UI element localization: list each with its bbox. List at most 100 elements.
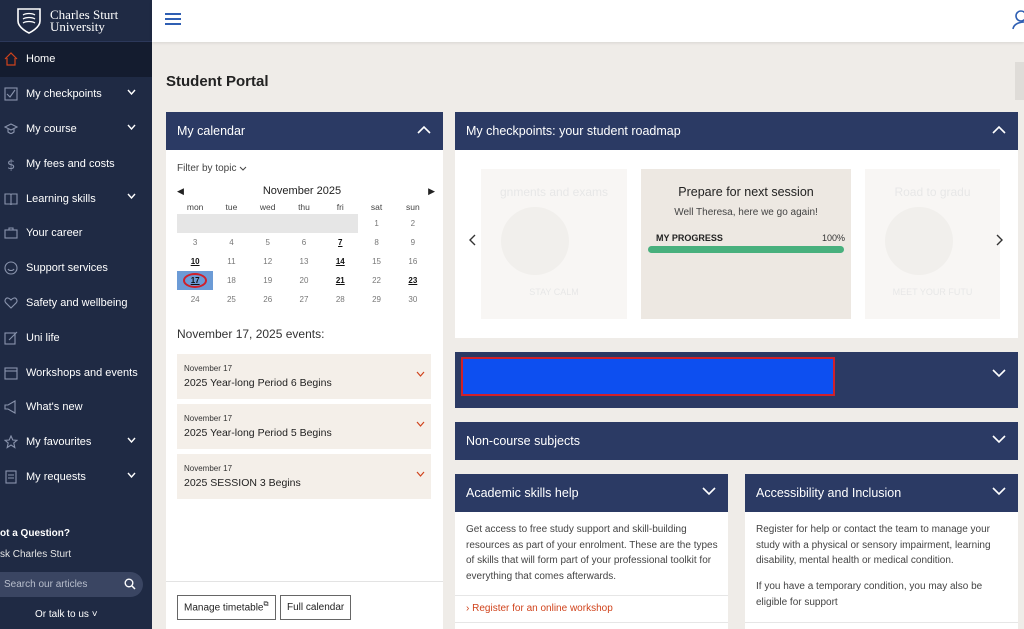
calendar-day[interactable]: 27 xyxy=(286,290,322,309)
calendar-day[interactable]: 25 xyxy=(213,290,249,309)
calendar-day[interactable]: 19 xyxy=(250,271,286,290)
sidebar-item-my-checkpoints[interactable]: My checkpoints xyxy=(0,77,152,112)
talk-to-us-link[interactable]: Or talk to us ˅ xyxy=(35,609,98,620)
calendar-day[interactable]: 13 xyxy=(286,252,322,271)
event-title: 2025 SESSION 3 Begins xyxy=(184,477,301,489)
link-label: Register for an online workshop xyxy=(472,603,613,614)
calendar-day[interactable]: 3 xyxy=(177,233,213,252)
calendar-day[interactable]: 9 xyxy=(395,233,431,252)
chevron-up-icon[interactable] xyxy=(992,125,1006,134)
calendar-day[interactable]: 6 xyxy=(286,233,322,252)
calendar-day[interactable]: 5 xyxy=(250,233,286,252)
chevron-down-icon[interactable] xyxy=(992,369,1006,378)
noncourse-card: Non-course subjects xyxy=(455,422,1018,460)
manage-timetable-button[interactable]: Manage timetable⧉ xyxy=(177,595,276,620)
calendar-day[interactable]: 20 xyxy=(286,271,322,290)
checkpoint-slide-left[interactable]: gnments and exams STAY CALM xyxy=(481,169,627,319)
sidebar-item-home[interactable]: Home xyxy=(0,42,152,77)
next-month-icon[interactable]: ▶ xyxy=(428,186,435,197)
calendar-day[interactable]: 30 xyxy=(395,290,431,309)
calendar-day[interactable]: 24 xyxy=(177,290,213,309)
search-icon[interactable] xyxy=(124,578,136,590)
calendar-day[interactable]: 12 xyxy=(250,252,286,271)
calendar-day[interactable]: 28 xyxy=(322,290,358,309)
chevron-down-icon[interactable] xyxy=(127,89,136,95)
brand[interactable]: Charles Sturt University xyxy=(0,0,152,42)
noncourse-header[interactable]: Non-course subjects xyxy=(455,422,1018,460)
event-card[interactable]: November 17 2025 Year-long Period 6 Begi… xyxy=(177,354,431,399)
checkpoint-slide-current[interactable]: Prepare for next session Well Theresa, h… xyxy=(641,169,851,319)
month-nav: ◀ November 2025 ▶ xyxy=(177,184,435,198)
calendar-day[interactable]: 23 xyxy=(395,271,431,290)
event-card[interactable]: November 17 2025 SESSION 3 Begins xyxy=(177,454,431,499)
full-calendar-button[interactable]: Full calendar xyxy=(280,595,352,620)
accessibility-header[interactable]: Accessibility and Inclusion xyxy=(745,474,1018,512)
carousel-next-icon[interactable] xyxy=(996,234,1004,246)
calendar-day[interactable]: 21 xyxy=(322,271,358,290)
event-card[interactable]: November 17 2025 Year-long Period 5 Begi… xyxy=(177,404,431,449)
checkpoints-header[interactable]: My checkpoints: your student roadmap xyxy=(455,112,1018,150)
chevron-up-icon[interactable] xyxy=(417,125,431,134)
checkpoint-slide-right[interactable]: Road to gradu MEET YOUR FUTU xyxy=(865,169,1000,319)
sidebar-item-my-course[interactable]: My course xyxy=(0,112,152,147)
calendar-header[interactable]: My calendar xyxy=(166,112,443,150)
page-title: Student Portal xyxy=(166,73,269,90)
chevron-down-icon[interactable] xyxy=(992,435,1006,444)
sidebar-item-learning-skills[interactable]: Learning skills xyxy=(0,181,152,216)
weekday-label: thu xyxy=(298,202,310,212)
user-icon[interactable] xyxy=(1012,10,1024,30)
redacted-section xyxy=(455,352,1018,408)
event-date: November 17 xyxy=(184,464,233,473)
sidebar-item-your-career[interactable]: Your career xyxy=(0,216,152,251)
calendar-day[interactable]: 1 xyxy=(358,214,394,233)
calendar-day[interactable]: 7 xyxy=(322,233,358,252)
calendar-day[interactable]: 14 xyxy=(322,252,358,271)
sidebar-item-workshops-and-events[interactable]: Workshops and events xyxy=(0,355,152,390)
calendar-day[interactable]: 8 xyxy=(358,233,394,252)
sidebar-item-safety-and-wellbeing[interactable]: Safety and wellbeing xyxy=(0,286,152,321)
calendar-day[interactable]: 11 xyxy=(213,252,249,271)
sidebar-item-what-s-new[interactable]: What's new xyxy=(0,390,152,425)
sidebar-item-my-requests[interactable]: My requests xyxy=(0,460,152,495)
search-input[interactable] xyxy=(4,579,116,590)
chevron-down-icon[interactable] xyxy=(127,472,136,478)
sidebar-item-my-favourites[interactable]: My favourites xyxy=(0,425,152,460)
sidebar-item-label: My favourites xyxy=(26,436,92,449)
calendar-day[interactable]: 22 xyxy=(358,271,394,290)
star-icon xyxy=(4,435,18,449)
chevron-down-icon xyxy=(416,421,425,427)
sidebar-item-my-fees-and-costs[interactable]: $ My fees and costs xyxy=(0,146,152,181)
heart-icon xyxy=(4,297,18,309)
calendar-day[interactable]: 26 xyxy=(250,290,286,309)
progress-label: MY PROGRESS xyxy=(656,233,723,243)
register-workshop-link[interactable]: › Register for an online workshop xyxy=(466,603,613,614)
calendar-day[interactable]: 29 xyxy=(358,290,394,309)
filter-by-topic[interactable]: Filter by topic xyxy=(177,163,247,174)
chevron-down-icon[interactable] xyxy=(127,193,136,200)
chevron-down-icon[interactable] xyxy=(992,487,1006,496)
chevron-down-icon: ˅ xyxy=(91,609,98,620)
selected-day[interactable]: 17 xyxy=(177,271,214,290)
chevron-down-icon[interactable] xyxy=(127,124,136,130)
calendar-day[interactable]: 10 xyxy=(177,252,213,271)
sidebar-item-support-services[interactable]: Support services xyxy=(0,251,152,286)
calendar-day[interactable]: 4 xyxy=(213,233,249,252)
empty-day xyxy=(177,214,214,233)
side-tab[interactable] xyxy=(1015,62,1024,100)
sidebar: Charles Sturt University Home My checkpoi… xyxy=(0,0,152,629)
redacted-header[interactable] xyxy=(455,352,1018,408)
filter-label: Filter by topic xyxy=(177,163,237,174)
academic-header[interactable]: Academic skills help xyxy=(455,474,728,512)
sidebar-item-uni-life[interactable]: Uni life xyxy=(0,320,152,355)
chevron-down-icon[interactable] xyxy=(127,437,136,443)
carousel-prev-icon[interactable] xyxy=(468,234,476,246)
chevron-down-icon[interactable] xyxy=(702,487,716,496)
accessibility-body: Register for help or contact the team to… xyxy=(756,524,991,566)
calendar-day[interactable]: 2 xyxy=(395,214,431,233)
calendar-day[interactable]: 16 xyxy=(395,252,431,271)
calendar-day[interactable]: 15 xyxy=(358,252,394,271)
exam-icon xyxy=(501,207,569,275)
hamburger-menu-icon[interactable] xyxy=(165,13,181,27)
calendar-footer: Manage timetable⧉ Full calendar xyxy=(166,581,443,629)
calendar-day[interactable]: 18 xyxy=(213,271,249,290)
